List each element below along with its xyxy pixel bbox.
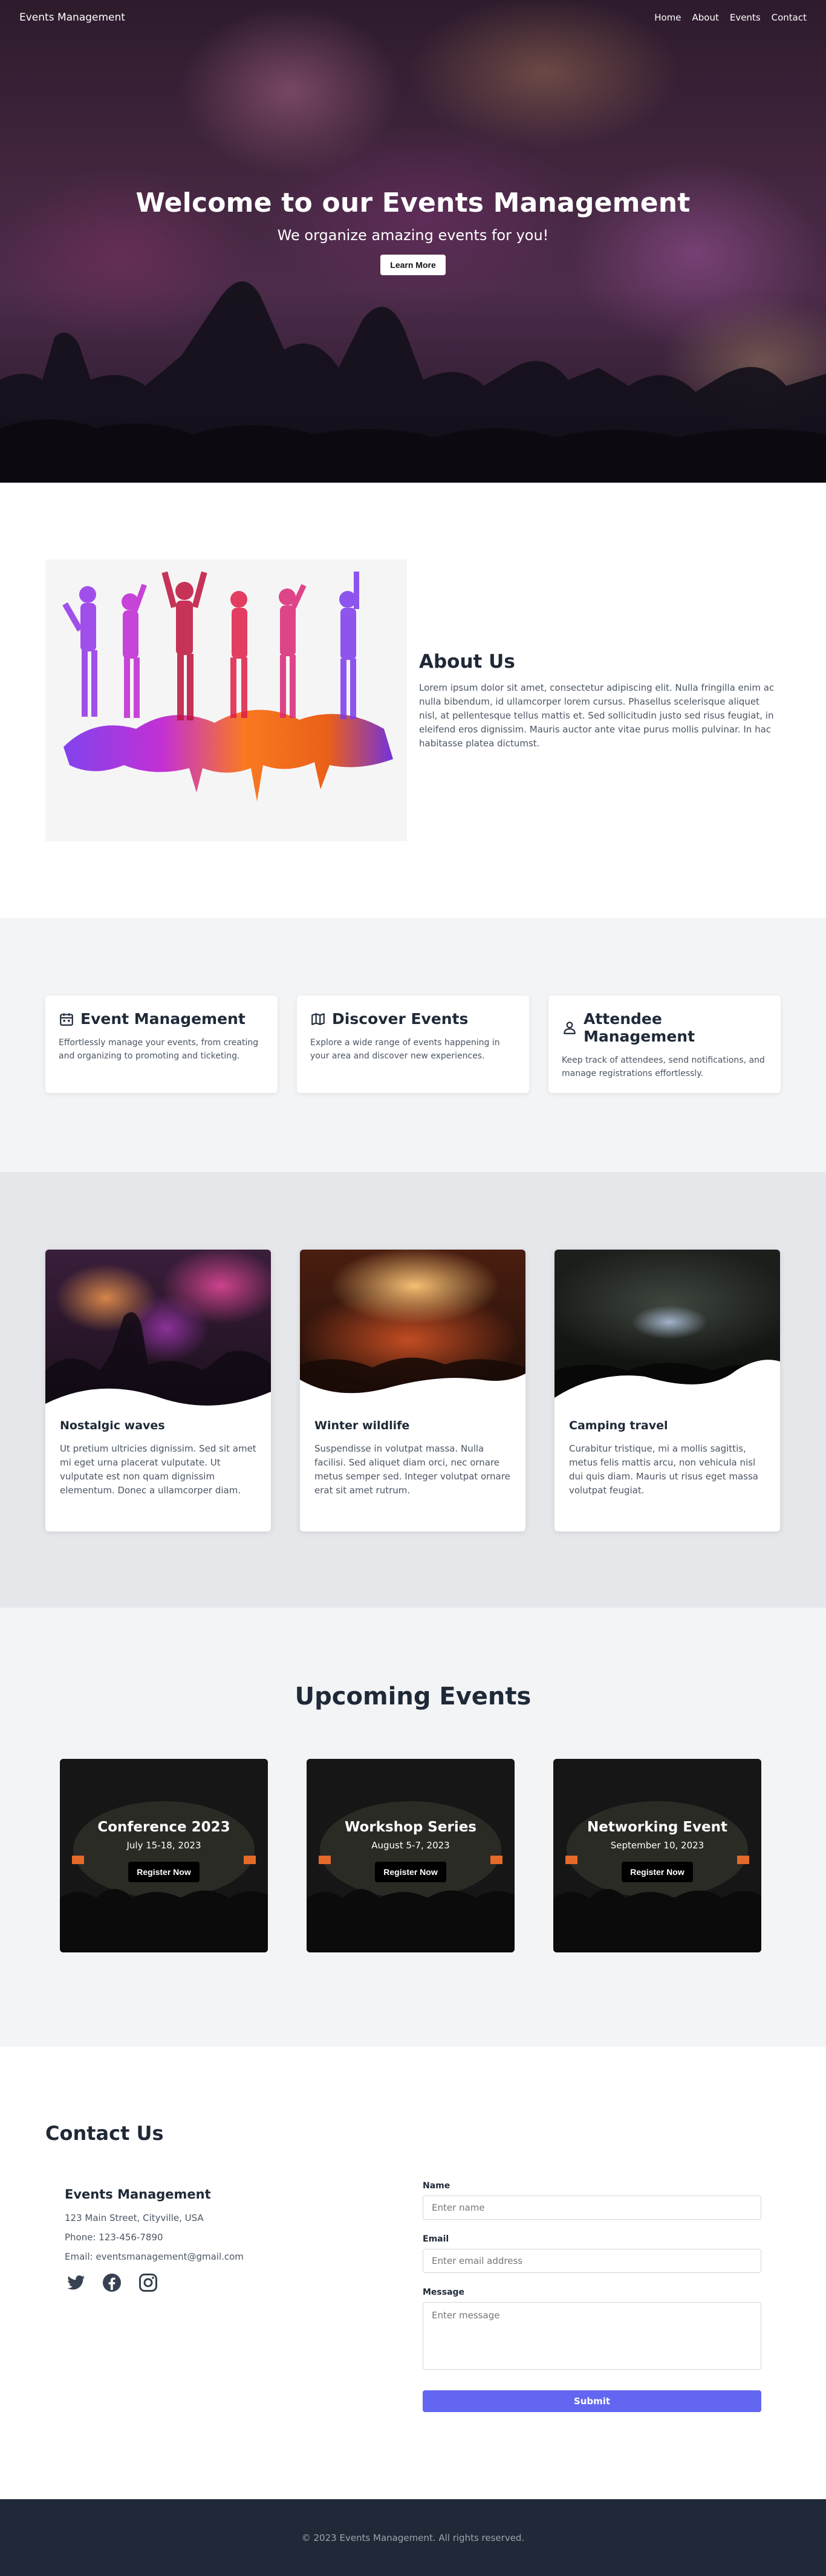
- contact-org-name: Events Management: [65, 2187, 211, 2202]
- social-links: [65, 2272, 379, 2294]
- wave-shape: [45, 1312, 271, 1419]
- contact-title: Contact Us: [45, 2122, 164, 2145]
- feature-desc: Effortlessly manage your events, from cr…: [59, 1038, 259, 1061]
- wave-card-title: Winter wildlife: [314, 1419, 410, 1432]
- nav-links: Home About Events Contact: [654, 12, 807, 23]
- hero-section: Events Management Home About Events Cont…: [0, 0, 826, 483]
- hero-content: Welcome to our Events Management We orga…: [0, 187, 826, 275]
- message-textarea[interactable]: [423, 2302, 761, 2370]
- wave-card: Nostalgic waves Ut pretium ultricies dig…: [45, 1250, 271, 1531]
- event-card: Networking Event September 10, 2023 Regi…: [553, 1759, 761, 1952]
- card-image-concert: [45, 1250, 271, 1419]
- feature-head: Attendee Management: [562, 1010, 767, 1045]
- nav-link-about[interactable]: About: [692, 12, 718, 23]
- card-image-stage-lights: [300, 1250, 525, 1419]
- event-card: Conference 2023 July 15-18, 2023 Registe…: [60, 1759, 268, 1952]
- footer: © 2023 Events Management. All rights res…: [0, 2499, 826, 2576]
- contact-info: Events Management 123 Main Street, Cityv…: [65, 2187, 379, 2294]
- nav-brand[interactable]: Events Management: [19, 11, 125, 24]
- register-now-button[interactable]: Register Now: [375, 1862, 446, 1882]
- event-title: Conference 2023: [97, 1819, 230, 1835]
- upcoming-grid: Conference 2023 July 15-18, 2023 Registe…: [0, 1759, 826, 1952]
- event-title: Networking Event: [587, 1819, 727, 1835]
- about-section: About Us Lorem ipsum dolor sit amet, con…: [0, 483, 826, 918]
- event-card-overlay: Conference 2023 July 15-18, 2023 Registe…: [60, 1819, 268, 1882]
- contact-form: Name Email Message Submit: [423, 2181, 761, 2412]
- feature-title: Discover Events: [332, 1010, 469, 1028]
- about-body: Lorem ipsum dolor sit amet, consectetur …: [419, 682, 775, 749]
- message-label: Message: [423, 2287, 465, 2297]
- map-icon: [311, 1012, 325, 1025]
- contact-address: 123 Main Street, Cityville, USA: [65, 2212, 204, 2223]
- event-card-overlay: Networking Event September 10, 2023 Regi…: [553, 1819, 761, 1882]
- contact-email: Email: eventsmanagement@gmail.com: [65, 2251, 244, 2262]
- name-label: Name: [423, 2181, 450, 2191]
- wave-card: Winter wildlife Suspendisse in volutpat …: [300, 1250, 525, 1531]
- register-now-button[interactable]: Register Now: [128, 1862, 200, 1882]
- footer-copyright: © 2023 Events Management. All rights res…: [301, 2532, 525, 2543]
- card-image-confetti-crowd: [554, 1250, 780, 1419]
- name-input[interactable]: [423, 2196, 761, 2220]
- feature-card-discover-events: Discover Events Explore a wide range of …: [297, 996, 529, 1093]
- event-card-overlay: Workshop Series August 5-7, 2023 Registe…: [307, 1819, 515, 1882]
- feature-desc: Explore a wide range of events happening…: [310, 1038, 500, 1061]
- feature-card-attendee-management: Attendee Management Keep track of attend…: [548, 996, 781, 1093]
- twitter-icon[interactable]: [65, 2272, 86, 2294]
- hero-title: Welcome to our Events Management: [135, 187, 691, 218]
- calendar-icon: [60, 1012, 73, 1026]
- nav-link-contact[interactable]: Contact: [772, 12, 807, 23]
- wave-card-body: Suspendisse in volutpat massa. Nulla fac…: [314, 1443, 510, 1496]
- features-section: Event Management Effortlessly manage you…: [0, 918, 826, 1172]
- hero-subtitle: We organize amazing events for you!: [277, 227, 549, 244]
- learn-more-button[interactable]: Learn More: [380, 255, 446, 275]
- event-title: Workshop Series: [344, 1819, 476, 1835]
- user-icon: [564, 1022, 576, 1034]
- upcoming-title: Upcoming Events: [294, 1683, 532, 1710]
- event-date: July 15-18, 2023: [126, 1840, 201, 1851]
- about-title: About Us: [419, 650, 515, 673]
- instagram-icon[interactable]: [137, 2272, 159, 2294]
- contact-phone: Phone: 123-456-7890: [65, 2232, 163, 2243]
- facebook-icon[interactable]: [101, 2272, 123, 2294]
- wave-card-body: Curabitur tristique, mi a mollis sagitti…: [569, 1443, 758, 1496]
- nav-link-home[interactable]: Home: [654, 12, 681, 23]
- feature-card-event-management: Event Management Effortlessly manage you…: [45, 996, 278, 1093]
- feature-head: Discover Events: [310, 1010, 516, 1028]
- event-date: September 10, 2023: [610, 1840, 704, 1851]
- nav-link-events[interactable]: Events: [730, 12, 761, 23]
- event-date: August 5-7, 2023: [371, 1840, 450, 1851]
- top-nav: Events Management Home About Events Cont…: [0, 0, 826, 35]
- wave-cards-section: Nostalgic waves Ut pretium ultricies dig…: [0, 1172, 826, 1608]
- about-text: About Us Lorem ipsum dolor sit amet, con…: [419, 651, 781, 751]
- feature-title: Attendee Management: [584, 1010, 695, 1045]
- wave-shape: [300, 1357, 525, 1419]
- register-now-button[interactable]: Register Now: [622, 1862, 693, 1882]
- wave-card-title: Nostalgic waves: [60, 1419, 165, 1432]
- email-input[interactable]: [423, 2249, 761, 2273]
- feature-title: Event Management: [80, 1010, 246, 1028]
- wave-card-title: Camping travel: [569, 1419, 668, 1432]
- event-card: Workshop Series August 5-7, 2023 Registe…: [307, 1759, 515, 1952]
- submit-button[interactable]: Submit: [423, 2390, 761, 2412]
- contact-section: Contact Us Events Management 123 Main St…: [0, 2047, 826, 2499]
- upcoming-events-section: Upcoming Events Conference 2023 July 15-…: [0, 1608, 826, 2047]
- wave-shape: [554, 1360, 780, 1419]
- feature-desc: Keep track of attendees, send notificati…: [562, 1055, 765, 1078]
- wave-card-body: Ut pretium ultricies dignissim. Sed sit …: [60, 1443, 256, 1496]
- dancers-illustration: [62, 571, 393, 801]
- about-image: [45, 559, 407, 841]
- email-label: Email: [423, 2234, 449, 2244]
- feature-head: Event Management: [59, 1010, 264, 1028]
- wave-card: Camping travel Curabitur tristique, mi a…: [554, 1250, 780, 1531]
